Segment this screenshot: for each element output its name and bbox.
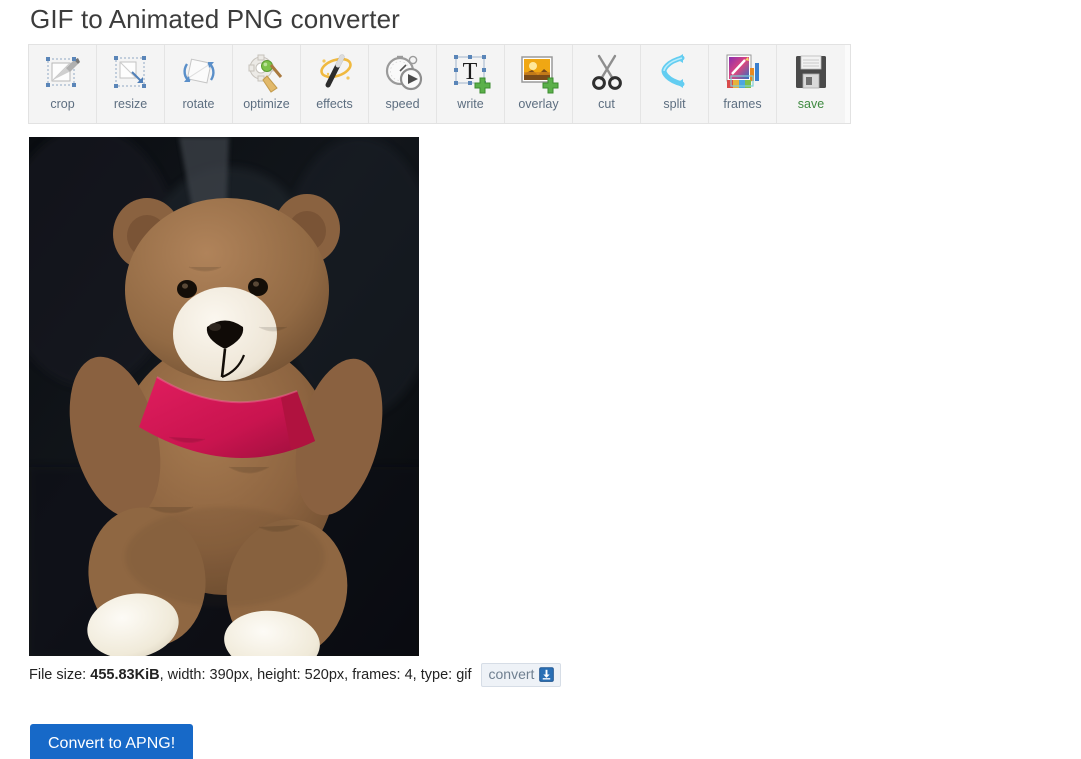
teddy-bear-image [29,137,419,656]
toolbar-item-optimize[interactable]: optimize [233,45,301,123]
editor-toolbar: crop resize rotate optimize effects spee… [28,44,851,124]
save-icon [796,55,826,89]
toolbar-item-label: resize [113,97,148,111]
effects-icon [319,54,352,88]
rotate-icon [182,58,215,84]
convert-to-apng-button[interactable]: Convert to APNG! [30,724,194,759]
file-size-value: 455.83KiB [90,667,160,683]
toolbar-item-label: overlay [518,97,559,111]
toolbar-item-label: speed [385,97,420,111]
split-icon [660,54,684,88]
write-icon: T [453,55,490,94]
file-size-label: File size: [29,667,87,683]
toolbar-item-resize[interactable]: resize [97,45,165,123]
resize-icon [113,56,146,88]
convert-button-label: convert [488,666,535,682]
cut-icon [591,54,622,90]
convert-button[interactable]: convert [480,663,562,687]
toolbar-item-cut[interactable]: cut [573,45,641,123]
frames-icon [726,54,759,88]
toolbar-item-frames[interactable]: frames [709,45,777,123]
optimize-icon [248,54,282,93]
toolbar-item-label: frames [723,97,762,111]
toolbar-item-label: crop [50,97,75,111]
toolbar-item-write[interactable]: T write [437,45,505,123]
crop-icon [45,57,80,87]
image-preview[interactable] [29,137,419,656]
toolbar-item-label: save [797,97,825,111]
toolbar-item-label: write [457,97,484,111]
toolbar-item-label: cut [598,97,615,111]
toolbar-item-label: split [663,97,686,111]
toolbar-item-speed[interactable]: speed [369,45,437,123]
toolbar-item-overlay[interactable]: overlay [505,45,573,123]
file-meta: , width: 390px, height: 520px, frames: 4… [159,667,472,683]
toolbar-item-effects[interactable]: effects [301,45,369,123]
overlay-icon [520,56,558,94]
speed-icon [385,55,422,91]
page-title: GIF to Animated PNG converter [30,4,400,34]
toolbar-item-save[interactable]: save [777,45,845,123]
download-icon [539,667,555,682]
toolbar-item-label: effects [316,97,353,111]
toolbar-item-split[interactable]: split [641,45,709,123]
toolbar-item-label: rotate [182,97,215,111]
file-info: File size: 455.83KiB, width: 390px, heig… [29,663,1081,687]
toolbar-item-label: optimize [243,97,290,111]
toolbar-item-rotate[interactable]: rotate [165,45,233,123]
toolbar-item-crop[interactable]: crop [29,45,97,123]
